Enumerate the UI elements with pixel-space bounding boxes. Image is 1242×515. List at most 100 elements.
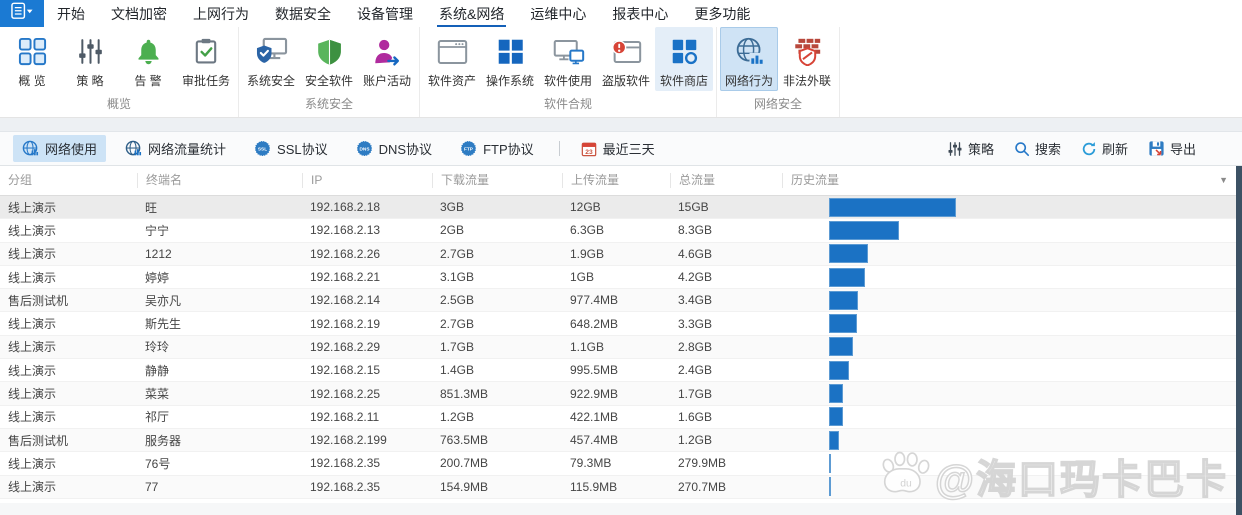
table-row[interactable]: 线上演示婷婷192.168.2.213.1GB1GB4.2GB (0, 266, 1242, 289)
ribbon-item-label: 审批任务 (182, 72, 230, 89)
ribbon-security-software[interactable]: 安全软件 (300, 27, 358, 91)
tool-export[interactable]: 导出 (1148, 139, 1196, 158)
column-header-1[interactable]: 分组 (0, 173, 137, 188)
ribbon-item-label: 安全软件 (305, 72, 353, 89)
ribbon-alert-bell[interactable]: 告 警 (119, 27, 177, 91)
table-row[interactable]: 线上演示宁宁192.168.2.132GB6.3GB8.3GB (0, 219, 1242, 242)
date-filter[interactable]: 23 最近三天 (572, 135, 664, 162)
app-menu-button[interactable] (0, 0, 44, 27)
ribbon-item-label: 网络行为 (725, 72, 773, 89)
ribbon-item-label: 告 警 (134, 72, 161, 89)
ribbon-operating-system[interactable]: 操作系统 (481, 27, 539, 91)
menu-tab-6[interactable]: 系统&网络 (426, 0, 517, 27)
column-header-6[interactable]: 总流量 (670, 173, 782, 188)
table-row[interactable]: 线上演示1212192.168.2.262.7GB1.9GB4.6GB (0, 243, 1242, 266)
cell-total: 3.4GB (670, 293, 782, 307)
cell-download: 1.4GB (432, 363, 562, 377)
cell-history (782, 198, 1242, 217)
cell-download: 200.7MB (432, 456, 562, 470)
tool-refresh[interactable]: 刷新 (1081, 139, 1128, 158)
menubar: 开始文档加密上网行为数据安全设备管理系统&网络运维中心报表中心更多功能 (0, 0, 1242, 27)
cell-download: 1.7GB (432, 340, 562, 354)
tab-ftp-badge[interactable]: FTPFTP协议 (451, 135, 543, 162)
ribbon-illegal-external[interactable]: 非法外联 (778, 27, 836, 91)
cell-terminal-name: 宁宁 (137, 222, 302, 239)
globe-usage-icon (22, 140, 39, 157)
table-body: 线上演示旺192.168.2.183GB12GB15GB线上演示宁宁192.16… (0, 196, 1242, 499)
ribbon-software-asset[interactable]: 软件资产 (423, 27, 481, 91)
ribbon-software-usage[interactable]: 软件使用 (539, 27, 597, 91)
cell-download: 2.7GB (432, 317, 562, 331)
table-row[interactable]: 线上演示旺192.168.2.183GB12GB15GB (0, 196, 1242, 219)
history-bar (829, 454, 831, 473)
ribbon-pirated-software[interactable]: 盗版软件 (597, 27, 655, 91)
column-header-4[interactable]: 下载流量 (432, 173, 562, 188)
cell-history (782, 314, 1242, 333)
tool-sliders-tool[interactable]: 策略 (947, 139, 994, 158)
ribbon-group-label: 概览 (3, 93, 235, 117)
cell-group: 线上演示 (0, 315, 137, 332)
ribbon-overview-grid[interactable]: 概 览 (3, 27, 61, 91)
cell-total: 15GB (670, 200, 782, 214)
menu-tab-5[interactable]: 设备管理 (344, 0, 426, 27)
table-row[interactable]: 线上演示玲玲192.168.2.291.7GB1.1GB2.8GB (0, 336, 1242, 359)
ribbon-software-store[interactable]: 软件商店 (655, 27, 713, 91)
history-bar (829, 337, 853, 356)
menu-tab-3[interactable]: 上网行为 (180, 0, 262, 27)
table-row[interactable]: 线上演示76号192.168.2.35200.7MB79.3MB279.9MB (0, 452, 1242, 475)
table-row[interactable]: 线上演示菜菜192.168.2.25851.3MB922.9MB1.7GB (0, 382, 1242, 405)
filter-dropdown-icon[interactable]: ▼ (1219, 173, 1228, 188)
vertical-scrollbar[interactable] (1236, 166, 1242, 515)
column-header-3[interactable]: IP (302, 173, 432, 188)
ribbon-system-security[interactable]: 系统安全 (242, 27, 300, 91)
cell-terminal-name: 76号 (137, 455, 302, 472)
toolbar: 策略 搜索 刷新 导出 (947, 139, 1242, 158)
table-row[interactable]: 售后测试机吴亦凡192.168.2.142.5GB977.4MB3.4GB (0, 289, 1242, 312)
table-row[interactable]: 线上演示祁厅192.168.2.111.2GB422.1MB1.6GB (0, 406, 1242, 429)
cell-terminal-name: 祁厅 (137, 408, 302, 425)
column-header-5[interactable]: 上传流量 (562, 173, 670, 188)
table-row[interactable]: 线上演示77192.168.2.35154.9MB115.9MB270.7MB (0, 476, 1242, 499)
cell-download: 2GB (432, 223, 562, 237)
menu-tab-8[interactable]: 报表中心 (599, 0, 681, 27)
cell-download: 763.5MB (432, 433, 562, 447)
column-header-7[interactable]: 历史流量▼ (782, 173, 1242, 188)
tool-search[interactable]: 搜索 (1014, 139, 1061, 158)
cell-terminal-name: 1212 (137, 247, 302, 261)
cell-ip: 192.168.2.15 (302, 363, 432, 377)
cell-ip: 192.168.2.14 (302, 293, 432, 307)
ribbon-item-label: 非法外联 (783, 72, 831, 89)
cell-ip: 192.168.2.35 (302, 480, 432, 494)
cell-ip: 192.168.2.29 (302, 340, 432, 354)
ribbon-item-label: 软件使用 (544, 72, 592, 89)
ribbon-policy-sliders[interactable]: 策 略 (61, 27, 119, 91)
menu-tab-2[interactable]: 文档加密 (98, 0, 180, 27)
cell-download: 851.3MB (432, 387, 562, 401)
cell-ip: 192.168.2.35 (302, 456, 432, 470)
column-header-2[interactable]: 终端名 (137, 173, 302, 188)
menu-tab-9[interactable]: 更多功能 (681, 0, 763, 27)
table-row[interactable]: 线上演示静静192.168.2.151.4GB995.5MB2.4GB (0, 359, 1242, 382)
table-row[interactable]: 售后测试机服务器192.168.2.199763.5MB457.4MB1.2GB (0, 429, 1242, 452)
cell-terminal-name: 静静 (137, 362, 302, 379)
column-header-label: 下载流量 (441, 173, 489, 187)
cell-upload: 1.1GB (562, 340, 670, 354)
ribbon-account-activity[interactable]: 账户活动 (358, 27, 416, 91)
tab-globe-stats[interactable]: 网络流量统计 (116, 135, 235, 162)
tab-dns-badge[interactable]: DNSDNS协议 (347, 135, 441, 162)
tab-ssl-badge[interactable]: SSLSSL协议 (245, 135, 337, 162)
ribbon-group: 概 览策 略告 警 审批任务概览 (0, 27, 239, 117)
cell-group: 线上演示 (0, 245, 137, 262)
menu-tab-1[interactable]: 开始 (44, 0, 98, 27)
menu-tab-4[interactable]: 数据安全 (262, 0, 344, 27)
menu-tab-7[interactable]: 运维中心 (517, 0, 599, 27)
ribbon-item-label: 操作系统 (486, 72, 534, 89)
ribbon-group: 软件资产操作系统软件使用盗版软件软件商店软件合规 (420, 27, 717, 117)
cell-terminal-name: 旺 (137, 199, 302, 216)
table-row[interactable]: 线上演示斯先生192.168.2.192.7GB648.2MB3.3GB (0, 312, 1242, 335)
history-bar (829, 361, 849, 380)
ribbon-approval-tasks[interactable]: 审批任务 (177, 27, 235, 91)
ribbon-network-behavior[interactable]: 网络行为 (720, 27, 778, 91)
tab-globe-usage[interactable]: 网络使用 (13, 135, 106, 162)
cell-terminal-name: 菜菜 (137, 385, 302, 402)
